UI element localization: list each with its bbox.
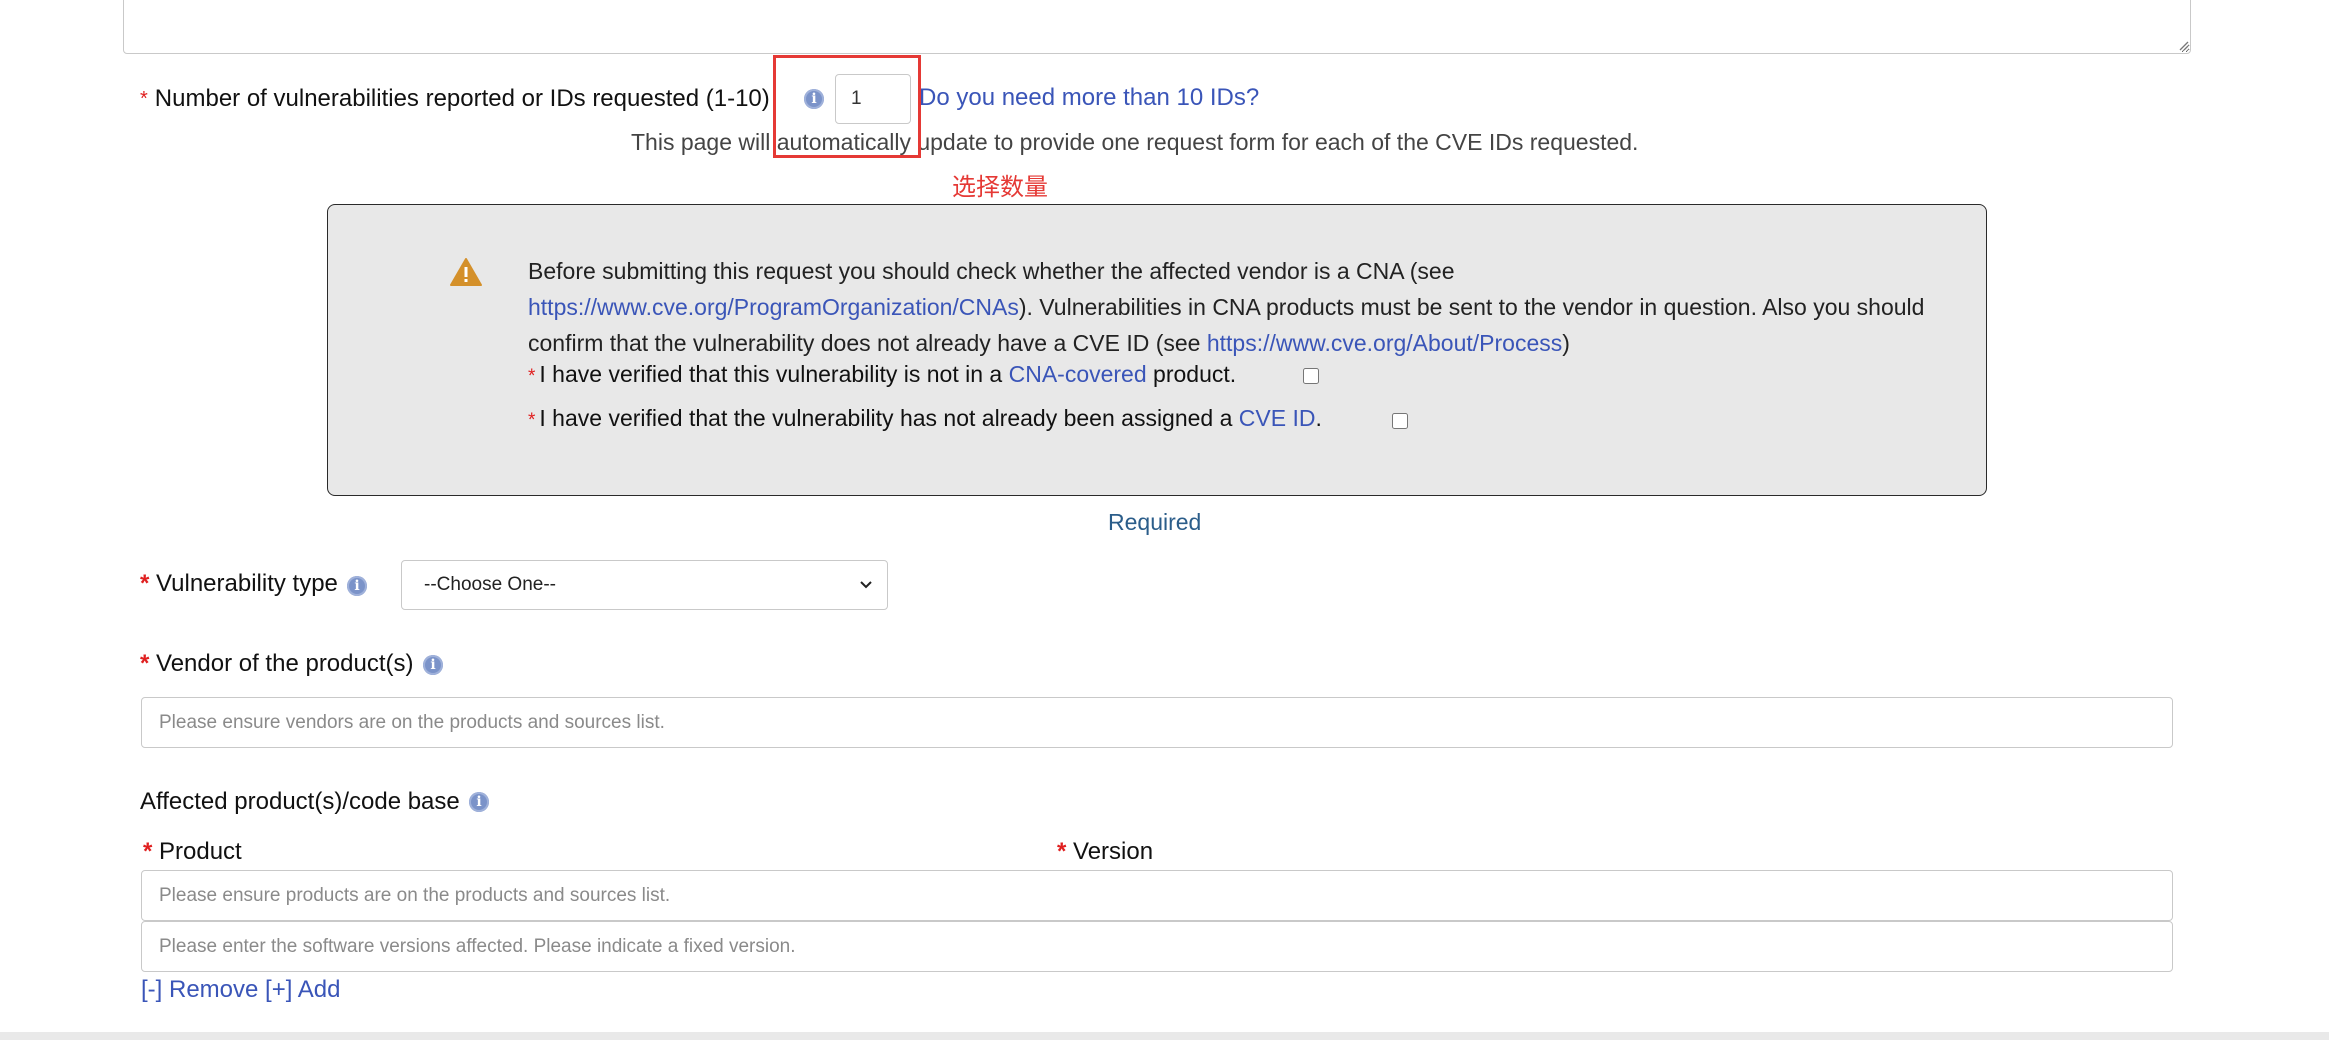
- info-icon[interactable]: i: [423, 655, 443, 675]
- required-marker: *: [140, 87, 148, 110]
- chevron-down-icon: [859, 574, 873, 596]
- cna-list-link[interactable]: https://www.cve.org/ProgramOrganization/…: [528, 294, 1019, 320]
- required-marker: *: [1057, 838, 1067, 865]
- info-icon[interactable]: i: [347, 576, 367, 596]
- vuln-type-select[interactable]: --Choose One--: [401, 560, 888, 610]
- warning-text-part: ): [1562, 330, 1570, 356]
- vendor-input[interactable]: [141, 697, 2173, 748]
- required-marker: *: [140, 570, 150, 597]
- check-cna-text: I have verified that this vulnerability …: [539, 361, 1003, 387]
- check-cna-text-after: product.: [1153, 361, 1237, 387]
- version-label-row: * Version: [1057, 838, 1153, 866]
- check-cveid-row: * I have verified that the vulnerability …: [528, 405, 1322, 432]
- version-input[interactable]: [141, 921, 2173, 972]
- annotation-highlight-box: [773, 55, 921, 158]
- required-marker: *: [528, 366, 536, 387]
- vendor-label-row: * Vendor of the product(s): [140, 650, 414, 678]
- vuln-type-selected: --Choose One--: [424, 574, 556, 595]
- required-marker: *: [528, 410, 536, 431]
- bottom-divider: [0, 1032, 2329, 1040]
- vuln-type-label: Vulnerability type: [156, 570, 338, 597]
- remove-row-link[interactable]: [-] Remove: [141, 976, 258, 1003]
- vendor-label: Vendor of the product(s): [156, 650, 414, 677]
- annotation-label: 选择数量: [952, 173, 1048, 201]
- resize-grip-icon[interactable]: [2177, 38, 2189, 51]
- add-row-link[interactable]: [+] Add: [265, 976, 340, 1003]
- warning-text-part: Before submitting this request you shoul…: [528, 258, 1455, 284]
- process-link[interactable]: https://www.cve.org/About/Process: [1207, 330, 1562, 356]
- check-cveid-text-after: .: [1315, 405, 1322, 431]
- warning-triangle-icon: [449, 257, 483, 287]
- required-marker: *: [140, 650, 150, 677]
- vuln-type-label-row: * Vulnerability type: [140, 570, 338, 598]
- check-cveid-text: I have verified that the vulnerability h…: [539, 405, 1233, 431]
- description-textarea[interactable]: [123, 0, 2191, 54]
- affected-label: Affected product(s)/code base: [140, 788, 460, 815]
- required-notice: Required: [1108, 509, 1202, 535]
- product-input[interactable]: [141, 870, 2173, 921]
- cna-covered-link[interactable]: CNA-covered: [1009, 361, 1147, 387]
- product-label-row: * Product: [143, 838, 242, 866]
- cna-verified-checkbox[interactable]: [1303, 368, 1319, 384]
- count-label: Number of vulnerabilities reported or ID…: [154, 85, 770, 112]
- cve-id-link[interactable]: CVE ID: [1239, 405, 1316, 431]
- warning-text: Before submitting this request you shoul…: [528, 253, 1948, 361]
- version-label: Version: [1073, 838, 1154, 865]
- required-marker: *: [143, 838, 153, 865]
- check-cna-row: * I have verified that this vulnerability…: [528, 361, 1236, 388]
- more-ids-link[interactable]: Do you need more than 10 IDs?: [919, 84, 1259, 112]
- row-actions: [-] Remove [+] Add: [141, 976, 340, 1004]
- cveid-verified-checkbox[interactable]: [1392, 413, 1408, 429]
- info-icon[interactable]: i: [469, 792, 489, 812]
- product-label: Product: [159, 838, 242, 865]
- count-row: * Number of vulnerabilities reported or …: [140, 82, 770, 116]
